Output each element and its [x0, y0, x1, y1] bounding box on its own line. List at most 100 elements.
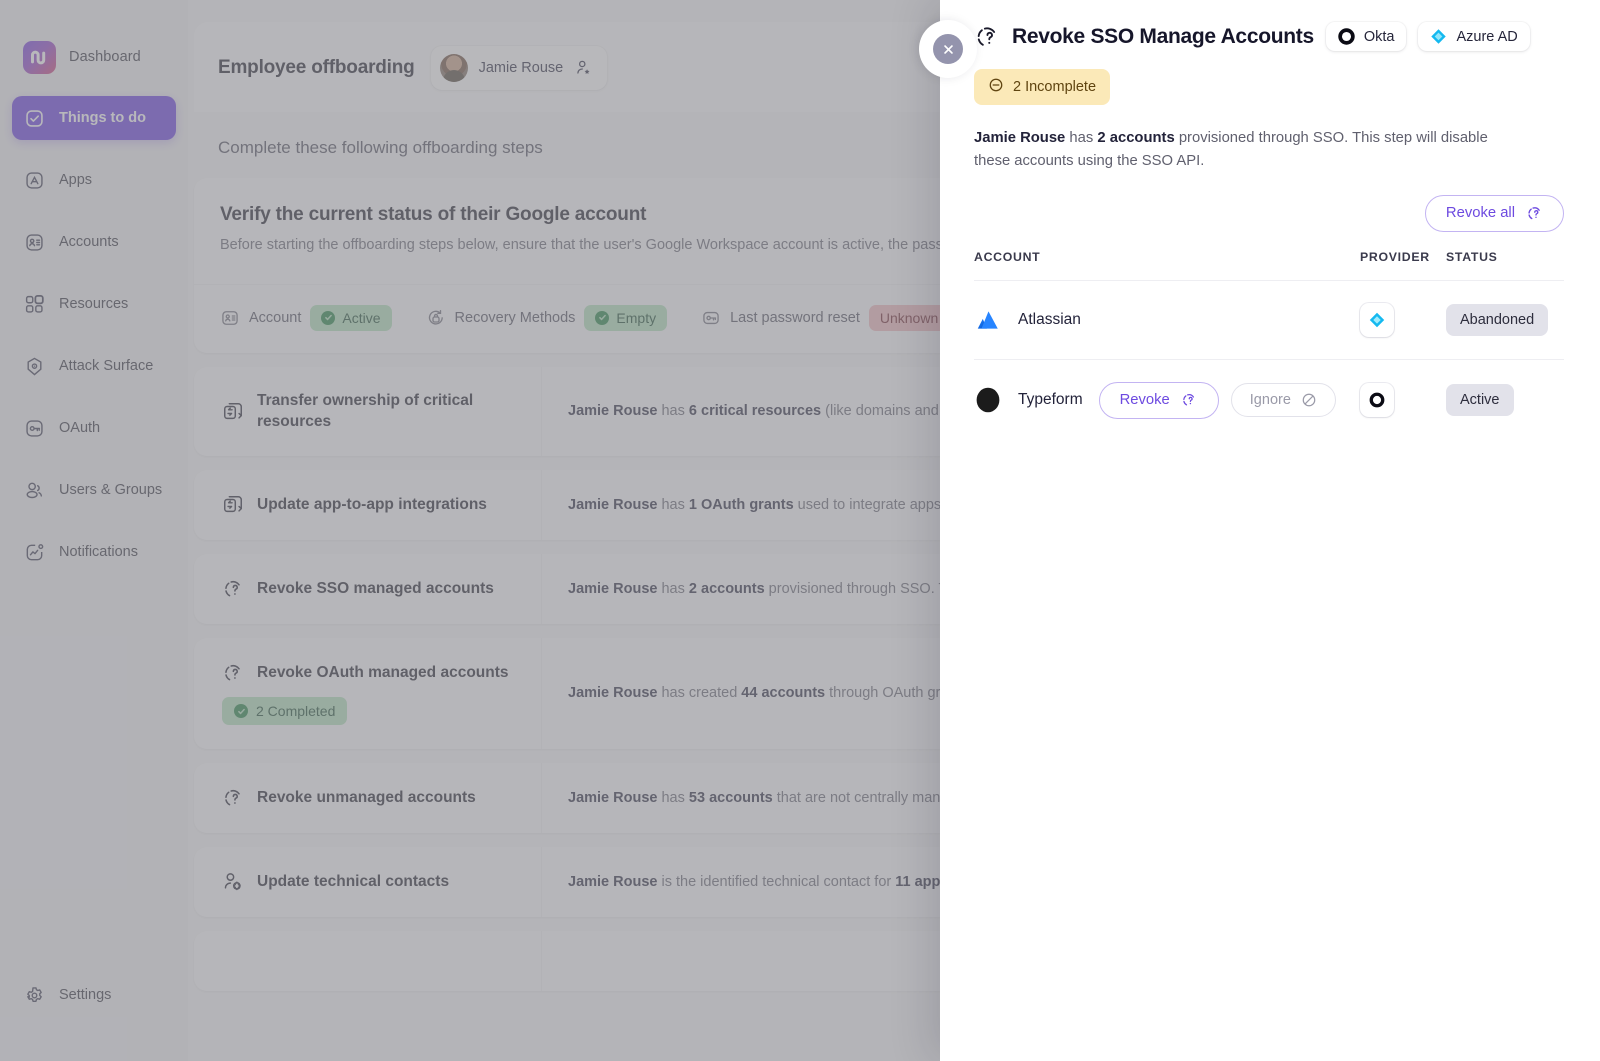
revoke-button[interactable]: Revoke — [1098, 381, 1219, 419]
sidebar-item-attack-surface[interactable]: Attack Surface — [12, 344, 176, 388]
minus-circle-icon — [988, 77, 1004, 97]
revoke-sso-drawer: Revoke SSO Manage Accounts Okta Azure AD… — [940, 0, 1600, 1061]
notifications-chart-icon — [23, 541, 45, 563]
account-name: Typeform — [1018, 391, 1083, 409]
column-header-provider: PROVIDER — [1360, 249, 1430, 264]
step-badge-label: 2 Completed — [256, 703, 336, 720]
provider-tag-azure-ad[interactable]: Azure AD — [1418, 22, 1530, 51]
step-head: Revoke SSO managed accounts — [222, 578, 521, 600]
okta-icon[interactable] — [1360, 383, 1394, 418]
sidebar-item-label: Resources — [59, 296, 129, 312]
azure-ad-icon — [1430, 28, 1447, 45]
sidebar: Dashboard Things to do Apps Accounts Res… — [0, 0, 188, 1061]
sidebar-item-apps[interactable]: Apps — [12, 158, 176, 202]
account-cell: Typeform Revoke Ignore — [974, 358, 1360, 441]
step-name: Update app-to-app integrations — [257, 495, 487, 513]
revoke-icon — [1181, 392, 1198, 409]
user-star-icon — [574, 59, 592, 77]
sidebar-item-things-to-do[interactable]: Things to do — [12, 96, 176, 140]
status-value: Active — [342, 309, 381, 326]
column-header-status: STATUS — [1446, 249, 1498, 264]
status-value: Unknown — [879, 309, 939, 326]
sidebar-item-settings[interactable]: Settings — [12, 973, 176, 1017]
step-name: Update technical contacts — [257, 872, 450, 890]
provider-cell — [1360, 358, 1446, 441]
step-left: Revoke unmanaged accounts — [194, 763, 542, 834]
table-row[interactable]: Typeform Revoke Ignore Active — [974, 358, 1564, 441]
revoke-icon — [222, 787, 244, 809]
step-left: Revoke OAuth managed accounts 2 Complete… — [194, 638, 542, 750]
step-left: Update technical contacts — [194, 847, 542, 918]
step-head: Revoke unmanaged accounts — [222, 787, 521, 809]
stat-label: Recovery Methods — [454, 309, 576, 326]
revoke-all-button[interactable]: Revoke all — [1424, 194, 1564, 232]
sidebar-item-accounts[interactable]: Accounts — [12, 220, 176, 264]
typeform-logo-icon — [974, 386, 1002, 414]
sidebar-flex-spacer — [0, 592, 188, 973]
revoke-all-label: Revoke all — [1445, 205, 1515, 222]
apps-icon — [23, 169, 45, 191]
status-badge-incomplete: 2 Incomplete — [974, 69, 1111, 105]
status-cell: Abandoned — [1446, 279, 1564, 360]
sidebar-item-oauth[interactable]: OAuth — [12, 406, 176, 450]
step-completed-badge: 2 Completed — [222, 697, 348, 726]
sidebar-item-users-groups[interactable]: Users & Groups — [12, 468, 176, 512]
sidebar-item-label: Attack Surface — [59, 358, 154, 374]
status-value: Empty — [616, 309, 657, 326]
status-badge: Unknown — [868, 304, 950, 331]
provider-tag-okta[interactable]: Okta — [1325, 22, 1407, 51]
drawer-title: Revoke SSO Manage Accounts — [1012, 24, 1314, 48]
person-chip[interactable]: Jamie Rouse — [430, 46, 608, 90]
accounts-table-body: Atlassian Abandoned Typeform Revoke Igno… — [974, 279, 1564, 441]
sidebar-item-label: Notifications — [59, 544, 138, 560]
step-head: Transfer ownership of critical resources — [222, 391, 521, 433]
transfer-icon — [222, 494, 244, 516]
azure-ad-icon[interactable] — [1360, 302, 1394, 337]
account-cell-inner: Typeform Revoke Ignore — [974, 381, 1360, 419]
sidebar-item-notifications[interactable]: Notifications — [12, 530, 176, 574]
check-circle-icon — [234, 704, 248, 719]
close-drawer-button[interactable] — [919, 20, 977, 78]
accounts-table: ACCOUNT PROVIDER STATUS Atlassian Abando… — [974, 250, 1564, 441]
person-name: Jamie Rouse — [478, 60, 564, 76]
ignore-button[interactable]: Ignore — [1230, 383, 1336, 418]
revoke-button-label: Revoke — [1119, 392, 1170, 409]
gear-icon — [23, 984, 45, 1006]
transfer-icon — [222, 401, 244, 423]
step-left — [194, 931, 542, 992]
stat-label: Account — [249, 309, 302, 326]
step-head: Update app-to-app integrations — [222, 494, 521, 516]
status-badge: Empty — [584, 304, 668, 331]
okta-icon — [1338, 28, 1355, 45]
provider-tag-label: Azure AD — [1456, 28, 1518, 45]
sidebar-item-label: Apps — [59, 172, 93, 188]
id-card-icon — [220, 308, 240, 328]
status-badge: Abandoned — [1446, 303, 1549, 336]
close-icon — [933, 34, 963, 64]
status-badge: Active — [310, 304, 392, 331]
sidebar-item-resources[interactable]: Resources — [12, 282, 176, 326]
check-square-icon — [23, 107, 45, 129]
ignore-button-label: Ignore — [1249, 392, 1291, 409]
revoke-icon — [222, 662, 244, 684]
drawer-header: Revoke SSO Manage Accounts Okta Azure AD — [974, 22, 1564, 51]
brand[interactable]: Dashboard — [0, 0, 188, 78]
ignore-slash-icon — [1301, 392, 1317, 408]
account-cell-inner: Atlassian — [974, 306, 1360, 334]
sidebar-nav: Things to do Apps Accounts Resources Att… — [0, 96, 188, 592]
row-actions: Revoke Ignore — [1098, 381, 1336, 419]
attack-surface-hexagon-icon — [23, 355, 45, 377]
table-row[interactable]: Atlassian Abandoned — [974, 279, 1564, 360]
lock-recovery-icon — [426, 308, 446, 328]
step-left: Update app-to-app integrations — [194, 470, 542, 541]
step-left: Transfer ownership of critical resources — [194, 366, 542, 457]
accounts-table-head: ACCOUNT PROVIDER STATUS — [974, 250, 1564, 281]
users-groups-icon — [23, 479, 45, 501]
revoke-icon — [222, 578, 244, 600]
key-icon — [701, 308, 721, 328]
check-circle-icon — [595, 310, 610, 325]
step-name: Revoke unmanaged accounts — [257, 788, 476, 806]
stat-label: Last password reset — [730, 309, 860, 326]
app-root: Dashboard Things to do Apps Accounts Res… — [0, 0, 1600, 1061]
stat-last-password-reset: Last password reset Unknown — [701, 304, 950, 331]
